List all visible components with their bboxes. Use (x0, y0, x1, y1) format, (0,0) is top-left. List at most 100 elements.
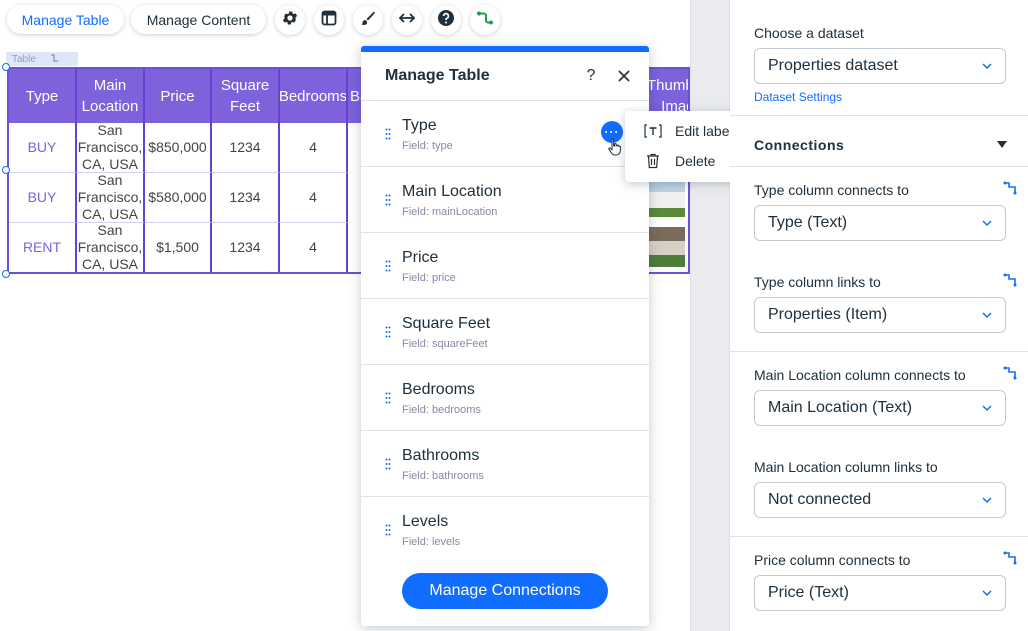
column-item-square-feet[interactable]: Square Feet Field: squareFeet (361, 299, 649, 365)
type-connects-value: Type (Text) (768, 214, 848, 231)
resize-handle[interactable] (2, 270, 10, 278)
connections-section-title: Connections (754, 137, 845, 153)
column-label: Bathrooms (402, 447, 480, 464)
help-icon[interactable]: ? (581, 66, 601, 86)
design-button[interactable] (353, 5, 383, 35)
table-cell-bedrooms[interactable]: 4 (280, 223, 348, 272)
gear-icon (281, 9, 299, 32)
connect-link-icon[interactable] (1003, 366, 1017, 380)
connect-link-icon[interactable] (1003, 273, 1017, 287)
table-cell-sqft[interactable]: 1234 (212, 123, 280, 173)
dataset-settings-link[interactable]: Dataset Settings (754, 90, 842, 104)
type-connects-dropdown[interactable]: Type (Text) (754, 205, 1006, 241)
trash-icon (643, 153, 663, 169)
drag-handle-icon[interactable] (385, 128, 391, 140)
table-cell-sqft[interactable]: 1234 (212, 223, 280, 272)
drag-handle-icon[interactable] (385, 524, 391, 536)
hand-cursor-icon (608, 138, 621, 156)
resize-handle[interactable] (2, 63, 10, 71)
table-element-tag[interactable]: Table (6, 52, 78, 66)
connect-link-icon[interactable] (1003, 181, 1017, 195)
manage-content-button[interactable]: Manage Content (131, 5, 266, 34)
help-button[interactable] (431, 5, 461, 35)
table-header-cell[interactable]: Main Location (77, 69, 145, 123)
table-header-cell[interactable]: Price (145, 69, 212, 123)
drag-handle-icon[interactable] (385, 458, 391, 470)
chevron-down-icon (982, 405, 992, 412)
mainloc-connects-value: Main Location (Text) (768, 399, 913, 416)
table-cell-price[interactable]: $850,000 (145, 123, 212, 173)
table-cell-sqft[interactable]: 1234 (212, 173, 280, 223)
layout-icon (321, 10, 337, 31)
dataset-dropdown[interactable]: Properties dataset (754, 48, 1006, 84)
mainloc-connects-dropdown[interactable]: Main Location (Text) (754, 390, 1006, 426)
close-icon[interactable] (614, 66, 634, 86)
dataset-value: Properties dataset (768, 57, 898, 74)
table-cell-bedrooms[interactable]: 4 (280, 123, 348, 173)
column-item-bedrooms[interactable]: Bedrooms Field: bedrooms (361, 365, 649, 431)
column-field: Field: mainLocation (402, 206, 498, 218)
type-links-dropdown[interactable]: Properties (Item) (754, 297, 1006, 333)
column-item-bathrooms[interactable]: Bathrooms Field: bathrooms (361, 431, 649, 497)
table-cell-type[interactable]: RENT (9, 223, 77, 272)
table-cell-bedrooms[interactable]: 4 (280, 173, 348, 223)
layout-button[interactable] (314, 5, 344, 35)
table-cell-type[interactable]: BUY (9, 173, 77, 223)
mainloc-links-label: Main Location column links to (754, 459, 938, 475)
drag-handle-icon[interactable] (385, 326, 391, 338)
table-cell-location[interactable]: San Francisco, CA, USA (77, 173, 145, 223)
connect-link-icon[interactable] (1003, 551, 1017, 565)
table-cell-type[interactable]: BUY (9, 123, 77, 173)
column-item-type[interactable]: Type Field: type ··· (361, 101, 649, 167)
table-header-cell[interactable]: Bedrooms (280, 69, 348, 123)
table-cell-location[interactable]: San Francisco, CA, USA (77, 123, 145, 173)
column-item-levels[interactable]: Levels Field: levels (361, 497, 649, 547)
column-field: Field: levels (402, 536, 461, 547)
table-header-cell[interactable]: Type (9, 69, 77, 123)
drag-handle-icon[interactable] (385, 392, 391, 404)
table-cell-location[interactable]: San Francisco, CA, USA (77, 223, 145, 272)
mainloc-links-dropdown[interactable]: Not connected (754, 482, 1006, 518)
chevron-down-icon (982, 590, 992, 597)
mainloc-links-value: Not connected (768, 491, 872, 508)
thumbnail-image[interactable] (649, 181, 685, 217)
column-label: Levels (402, 513, 449, 530)
manage-table-button[interactable]: Manage Table (7, 5, 124, 34)
drag-handle-icon[interactable] (385, 260, 391, 272)
resize-handle[interactable] (2, 166, 10, 174)
stretch-button[interactable] (392, 5, 422, 35)
chevron-down-icon (982, 312, 992, 319)
divider (730, 166, 1028, 167)
chevron-down-icon (982, 220, 992, 227)
table-cell-price[interactable]: $580,000 (145, 173, 212, 223)
price-connects-value: Price (Text) (768, 584, 849, 601)
edit-label-text: Edit label (675, 123, 733, 139)
column-field: Field: squareFeet (402, 338, 488, 350)
collapse-triangle-icon[interactable] (997, 141, 1007, 149)
connect-data-icon (476, 9, 494, 32)
help-icon (437, 9, 455, 32)
column-field: Field: bedrooms (402, 404, 481, 416)
table-header-cell[interactable]: Square Feet (212, 69, 280, 123)
manage-connections-button[interactable]: Manage Connections (402, 573, 608, 609)
settings-button[interactable] (275, 5, 305, 35)
canvas-gutter (690, 0, 730, 631)
text-icon (643, 124, 663, 138)
column-label: Square Feet (402, 315, 491, 332)
column-item-main-location[interactable]: Main Location Field: mainLocation (361, 167, 649, 233)
column-item-price[interactable]: Price Field: price (361, 233, 649, 299)
column-label: Type (402, 117, 437, 134)
type-links-label: Type column links to (754, 274, 881, 290)
chevron-down-icon (982, 497, 992, 504)
price-connects-dropdown[interactable]: Price (Text) (754, 575, 1006, 611)
connect-data-button[interactable] (470, 5, 500, 35)
drag-handle-icon[interactable] (385, 194, 391, 206)
table-cell-price[interactable]: $1,500 (145, 223, 212, 272)
thumbnail-image[interactable] (649, 227, 685, 267)
delete-text: Delete (675, 153, 716, 169)
divider (730, 536, 1028, 537)
mainloc-connects-label: Main Location column connects to (754, 367, 966, 383)
type-connects-label: Type column connects to (754, 182, 909, 198)
divider (730, 115, 1028, 116)
column-label: Price (402, 249, 439, 266)
